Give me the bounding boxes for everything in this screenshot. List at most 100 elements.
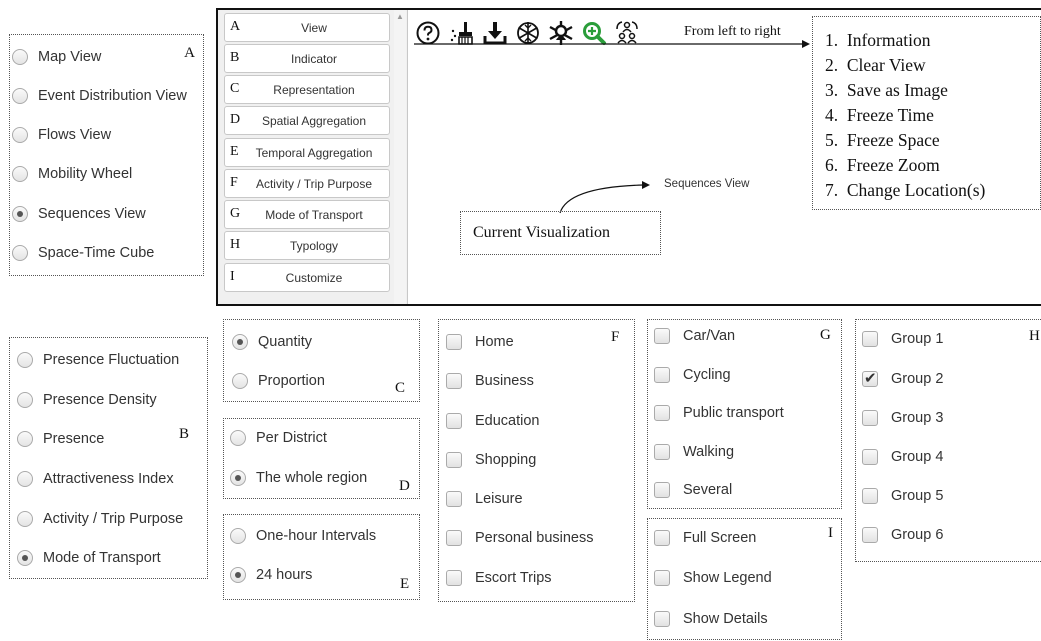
customize-option-show-legend[interactable]: Show Legend: [654, 570, 772, 586]
customize-option-full-screen[interactable]: Full Screen: [654, 530, 756, 546]
radio-selected-icon[interactable]: [232, 334, 248, 350]
menu-button-activity-trip-purpose[interactable]: F Activity / Trip Purpose: [224, 169, 390, 198]
spatial-option-per-district[interactable]: Per District: [230, 430, 327, 446]
menu-button-mode-of-transport[interactable]: G Mode of Transport: [224, 200, 390, 229]
sequences-view-label: Sequences View: [664, 178, 750, 190]
view-option-event-distribution[interactable]: Event Distribution View: [12, 88, 187, 104]
checkbox-icon[interactable]: [862, 449, 878, 465]
section-letter-f: F: [611, 329, 620, 345]
radio-icon[interactable]: [17, 511, 33, 527]
spatial-aggregation-panel: D Per District The whole region: [223, 418, 420, 499]
view-option-mobility-wheel[interactable]: Mobility Wheel: [12, 166, 132, 182]
indicator-option-presence[interactable]: Presence: [17, 431, 104, 447]
transport-option-cycling[interactable]: Cycling: [654, 367, 731, 383]
indicator-option-presence-density[interactable]: Presence Density: [17, 392, 157, 408]
checkbox-icon[interactable]: [446, 413, 462, 429]
view-option-sequences[interactable]: Sequences View: [12, 206, 146, 222]
section-letter-a: A: [184, 45, 195, 61]
radio-selected-icon[interactable]: [17, 550, 33, 566]
radio-icon[interactable]: [12, 49, 28, 65]
menu-button-customize[interactable]: I Customize: [224, 263, 390, 292]
menu-button-representation[interactable]: C Representation: [224, 75, 390, 104]
checkbox-icon[interactable]: [862, 410, 878, 426]
radio-icon[interactable]: [230, 528, 246, 544]
radio-icon[interactable]: [230, 430, 246, 446]
activity-option-personal-business[interactable]: Personal business: [446, 530, 594, 546]
transport-option-car-van[interactable]: Car/Van: [654, 328, 735, 344]
customize-option-show-details[interactable]: Show Details: [654, 611, 768, 627]
radio-icon[interactable]: [17, 471, 33, 487]
radio-icon[interactable]: [12, 166, 28, 182]
typology-option-group-3[interactable]: Group 3: [862, 410, 943, 426]
representation-option-quantity[interactable]: Quantity: [232, 334, 312, 350]
checkbox-icon[interactable]: [862, 527, 878, 543]
toolbar-legend-box: 1. Information 2. Clear View 3. Save as …: [812, 16, 1041, 210]
indicator-option-attractiveness-index[interactable]: Attractiveness Index: [17, 471, 174, 487]
checkbox-icon[interactable]: [654, 328, 670, 344]
activity-option-leisure[interactable]: Leisure: [446, 491, 523, 507]
typology-option-group-2[interactable]: Group 2: [862, 369, 943, 387]
radio-selected-icon[interactable]: [12, 206, 28, 222]
radio-icon[interactable]: [12, 127, 28, 143]
view-option-flows[interactable]: Flows View: [12, 127, 111, 143]
menu-button-view[interactable]: A View: [224, 13, 390, 42]
spatial-option-whole-region[interactable]: The whole region: [230, 470, 367, 486]
transport-option-walking[interactable]: Walking: [654, 444, 734, 460]
view-option-space-time-cube[interactable]: Space-Time Cube: [12, 245, 154, 261]
activity-option-business[interactable]: Business: [446, 373, 534, 389]
checkbox-icon[interactable]: [654, 530, 670, 546]
activity-option-education[interactable]: Education: [446, 413, 540, 429]
checkbox-icon[interactable]: [654, 367, 670, 383]
checkbox-icon[interactable]: [654, 444, 670, 460]
section-letter-d: D: [399, 478, 410, 494]
menu-button-typology[interactable]: H Typology: [224, 231, 390, 260]
temporal-option-one-hour[interactable]: One-hour Intervals: [230, 528, 376, 544]
typology-option-group-5[interactable]: Group 5: [862, 488, 943, 504]
checkbox-icon[interactable]: [654, 611, 670, 627]
checkbox-icon[interactable]: [862, 331, 878, 347]
radio-selected-icon[interactable]: [230, 567, 246, 583]
typology-panel: H Group 1 Group 2 Group 3 Group 4 Group …: [855, 319, 1041, 562]
customize-panel: I Full Screen Show Legend Show Details: [647, 518, 842, 640]
radio-icon[interactable]: [232, 373, 248, 389]
typology-option-group-1[interactable]: Group 1: [862, 331, 943, 347]
radio-selected-icon[interactable]: [230, 470, 246, 486]
typology-option-group-6[interactable]: Group 6: [862, 527, 943, 543]
checkbox-icon[interactable]: [862, 488, 878, 504]
checkbox-icon[interactable]: [446, 373, 462, 389]
radio-icon[interactable]: [17, 392, 33, 408]
checkbox-icon[interactable]: [446, 334, 462, 350]
transport-option-several[interactable]: Several: [654, 482, 732, 498]
temporal-aggregation-panel: E One-hour Intervals 24 hours: [223, 514, 420, 600]
checkbox-icon[interactable]: [446, 530, 462, 546]
radio-icon[interactable]: [17, 352, 33, 368]
typology-option-group-4[interactable]: Group 4: [862, 449, 943, 465]
indicator-option-mode-of-transport[interactable]: Mode of Transport: [17, 550, 161, 566]
transport-option-public-transport[interactable]: Public transport: [654, 405, 784, 421]
activity-option-home[interactable]: Home: [446, 334, 514, 350]
menu-strip: A View B Indicator C Representation D Spatia…: [218, 10, 408, 304]
representation-option-proportion[interactable]: Proportion: [232, 373, 325, 389]
left-to-right-arrow: [414, 40, 810, 48]
scroll-up-icon[interactable]: ▲: [396, 12, 404, 21]
checkbox-icon[interactable]: [446, 452, 462, 468]
menu-button-temporal-aggregation[interactable]: E Temporal Aggregation: [224, 138, 390, 167]
menu-scrollbar[interactable]: ▲: [394, 10, 406, 304]
radio-icon[interactable]: [12, 245, 28, 261]
activity-option-shopping[interactable]: Shopping: [446, 452, 536, 468]
temporal-option-24-hours[interactable]: 24 hours: [230, 567, 312, 583]
checkbox-icon[interactable]: [446, 491, 462, 507]
checkbox-checked-icon[interactable]: [862, 369, 878, 387]
checkbox-icon[interactable]: [446, 570, 462, 586]
checkbox-icon[interactable]: [654, 482, 670, 498]
menu-button-spatial-aggregation[interactable]: D Spatial Aggregation: [224, 106, 390, 135]
activity-option-escort-trips[interactable]: Escort Trips: [446, 570, 552, 586]
radio-icon[interactable]: [12, 88, 28, 104]
checkbox-icon[interactable]: [654, 570, 670, 586]
radio-icon[interactable]: [17, 431, 33, 447]
indicator-option-presence-fluctuation[interactable]: Presence Fluctuation: [17, 352, 179, 368]
menu-button-indicator[interactable]: B Indicator: [224, 44, 390, 73]
view-option-map[interactable]: Map View: [12, 49, 101, 65]
indicator-option-activity-trip-purpose[interactable]: Activity / Trip Purpose: [17, 511, 183, 527]
checkbox-icon[interactable]: [654, 405, 670, 421]
